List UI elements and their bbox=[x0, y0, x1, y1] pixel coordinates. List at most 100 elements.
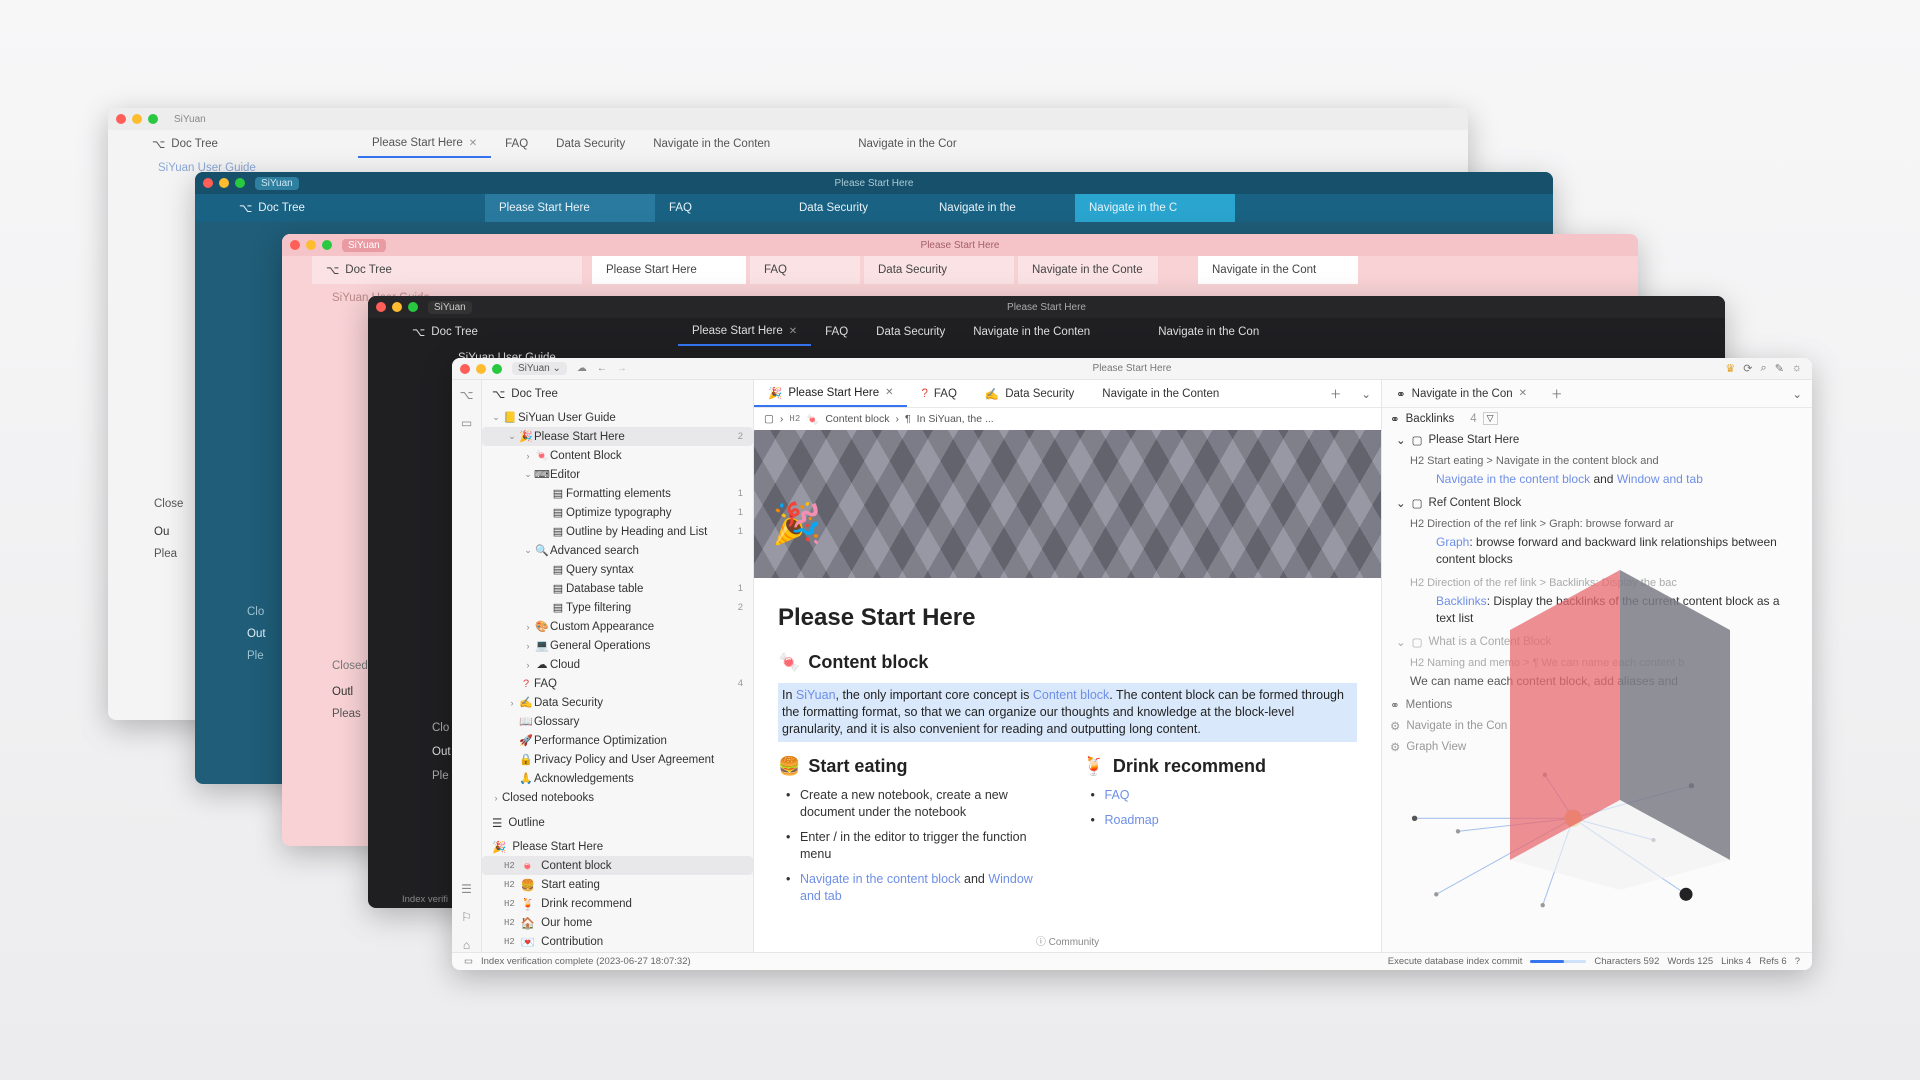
breadcrumb-block[interactable]: Content block bbox=[825, 413, 889, 425]
tree-item[interactable]: 🔒 Privacy Policy and User Agreement bbox=[482, 750, 753, 769]
graph-node[interactable] bbox=[1434, 892, 1439, 897]
graph-node[interactable] bbox=[1411, 815, 1418, 822]
add-tab-icon[interactable]: ＋ bbox=[1320, 386, 1352, 402]
tree-item[interactable]: ▤ Formatting elements 1 bbox=[482, 484, 753, 503]
tab-right[interactable]: Navigate in the Cont bbox=[1198, 256, 1358, 284]
tree-item[interactable]: 📖 Glossary bbox=[482, 712, 753, 731]
backlink-link[interactable]: Window and tab bbox=[1617, 472, 1703, 486]
tab-data-security[interactable]: Data Security bbox=[785, 194, 925, 222]
tab-please-start[interactable]: 🎉 Please Start Here ✕ bbox=[754, 380, 908, 407]
close-dot[interactable] bbox=[460, 363, 470, 374]
heading-drink[interactable]: 🍹 Drink recommend bbox=[1083, 756, 1358, 777]
tab-faq[interactable]: FAQ bbox=[750, 256, 860, 284]
tab-faq[interactable]: ? FAQ bbox=[907, 380, 970, 407]
add-tab-icon[interactable]: ＋ bbox=[1541, 386, 1573, 402]
tree-item[interactable]: 🚀 Performance Optimization bbox=[482, 731, 753, 750]
brand-menu[interactable]: SiYuan bbox=[255, 176, 299, 190]
list-item[interactable]: Navigate in the content block and Window… bbox=[778, 871, 1053, 905]
forward-arrow-icon[interactable]: → bbox=[617, 363, 627, 374]
tab-please-start[interactable]: Please Start Here bbox=[592, 256, 746, 284]
tree-item[interactable]: › 🎨 Custom Appearance bbox=[482, 617, 753, 636]
tree-item[interactable]: ⌄ 🔍 Advanced search bbox=[482, 541, 753, 560]
chevron-down-icon[interactable]: ⌄ bbox=[522, 469, 534, 480]
tree-item[interactable]: › 💻 General Operations bbox=[482, 636, 753, 655]
brand-menu[interactable]: SiYuan bbox=[168, 113, 212, 126]
tree-item[interactable]: ▤ Database table 1 bbox=[482, 579, 753, 598]
brand-menu[interactable]: SiYuan ⌄ bbox=[512, 362, 567, 375]
tree-item[interactable]: ⌄ ⌨ Editor bbox=[482, 465, 753, 484]
tab-navigate[interactable]: Navigate in the bbox=[925, 194, 1055, 222]
doc-icon[interactable]: ▢ bbox=[764, 413, 774, 425]
crown-icon[interactable]: ♛ bbox=[1725, 362, 1735, 375]
paragraph-content-block[interactable]: In SiYuan, the only important core conce… bbox=[778, 683, 1357, 742]
minimize-dot[interactable] bbox=[219, 178, 229, 188]
chevron-down-icon[interactable]: ⌄ bbox=[1782, 387, 1812, 401]
close-dot[interactable] bbox=[116, 114, 126, 124]
cloud-icon[interactable]: ☁ bbox=[577, 363, 587, 374]
close-icon[interactable]: ✕ bbox=[1519, 388, 1527, 399]
minimize-dot[interactable] bbox=[306, 240, 316, 250]
doc-title[interactable]: Please Start Here bbox=[778, 604, 1357, 632]
tree-item[interactable]: ▤ Optimize typography 1 bbox=[482, 503, 753, 522]
tree-item[interactable]: › ✍ Data Security bbox=[482, 693, 753, 712]
tab-navigate[interactable]: Navigate in the Conten bbox=[959, 318, 1104, 346]
doc-banner[interactable] bbox=[754, 430, 1381, 578]
tab-right[interactable]: Navigate in the C bbox=[1075, 194, 1235, 222]
tree-item[interactable]: ⌄ 🎉 Please Start Here 2 bbox=[482, 427, 753, 446]
tab-please-start[interactable]: Please Start Here ✕ bbox=[358, 130, 492, 158]
tab-faq[interactable]: FAQ bbox=[811, 318, 862, 346]
link-roadmap[interactable]: Roadmap bbox=[1105, 813, 1159, 827]
tree-item[interactable]: ? FAQ 4 bbox=[482, 674, 753, 693]
chevron-right-icon[interactable]: › bbox=[522, 660, 534, 670]
zoom-dot[interactable] bbox=[235, 178, 245, 188]
backlink-link[interactable]: Graph bbox=[1436, 535, 1469, 549]
zoom-dot[interactable] bbox=[408, 302, 418, 312]
tab-right-navigate[interactable]: ⚭ Navigate in the Con ✕ bbox=[1382, 380, 1541, 407]
close-icon[interactable]: ✕ bbox=[469, 138, 477, 149]
chevron-right-icon[interactable]: › bbox=[506, 698, 518, 708]
tree-item[interactable]: ▤ Type filtering 2 bbox=[482, 598, 753, 617]
outline-item[interactable]: H2 🍬 Content block bbox=[482, 856, 753, 875]
zoom-dot[interactable] bbox=[492, 363, 502, 374]
graph-node[interactable] bbox=[1455, 829, 1461, 834]
tab-please-start[interactable]: Please Start Here bbox=[485, 194, 655, 222]
backlink-path[interactable]: H2 Start eating > Navigate in the conten… bbox=[1382, 450, 1812, 471]
sync-icon[interactable]: ⟳ bbox=[1743, 362, 1752, 375]
zoom-dot[interactable] bbox=[148, 114, 158, 124]
tab-faq[interactable]: FAQ bbox=[491, 130, 542, 158]
backlink-text[interactable]: Navigate in the content block and Window… bbox=[1382, 471, 1812, 488]
tab-data-security[interactable]: Data Security bbox=[864, 256, 1014, 284]
link-content-block[interactable]: Content block bbox=[1033, 688, 1109, 702]
tab-navigate[interactable]: Navigate in the Conte bbox=[1018, 256, 1158, 284]
close-dot[interactable] bbox=[290, 240, 300, 250]
outline-item[interactable]: H2 🍔 Start eating bbox=[482, 875, 753, 894]
tree-item[interactable]: ▤ Outline by Heading and List 1 bbox=[482, 522, 753, 541]
tab-right[interactable]: Navigate in the Cor bbox=[844, 130, 970, 158]
closed-notebooks[interactable]: › Closed notebooks bbox=[482, 788, 753, 807]
brand-menu[interactable]: SiYuan bbox=[428, 300, 472, 314]
doc-tree-dock-icon[interactable]: ⌥ bbox=[460, 388, 474, 402]
close-dot[interactable] bbox=[203, 178, 213, 188]
backlink-group[interactable]: ⌄ ▢ Please Start Here bbox=[1382, 429, 1812, 450]
graph-node[interactable] bbox=[1540, 902, 1545, 908]
edit-icon[interactable]: ✎ bbox=[1775, 362, 1784, 375]
back-arrow-icon[interactable]: ← bbox=[597, 363, 607, 374]
settings-icon[interactable]: ☼ bbox=[1792, 362, 1802, 375]
minimize-dot[interactable] bbox=[132, 114, 142, 124]
backlink-link[interactable]: Navigate in the content block bbox=[1436, 472, 1590, 486]
link-navigate[interactable]: Navigate in the content block bbox=[800, 872, 961, 886]
tree-item[interactable]: 🙏 Acknowledgements bbox=[482, 769, 753, 788]
zoom-dot[interactable] bbox=[322, 240, 332, 250]
heading-content-block[interactable]: 🍬 Content block bbox=[778, 652, 1357, 673]
tree-item[interactable]: › ☁ Cloud bbox=[482, 655, 753, 674]
chevron-right-icon[interactable]: › bbox=[522, 451, 534, 461]
link-siyuan[interactable]: SiYuan bbox=[796, 688, 836, 702]
outline-item[interactable]: H2 🍹 Drink recommend bbox=[482, 894, 753, 913]
tab-data-security[interactable]: ✍ Data Security bbox=[971, 380, 1088, 407]
chevron-down-icon[interactable]: ⌄ bbox=[1351, 387, 1381, 401]
heading-start-eating[interactable]: 🍔 Start eating bbox=[778, 756, 1053, 777]
bookmark-icon[interactable]: ⚐ bbox=[461, 910, 472, 924]
minimize-dot[interactable] bbox=[392, 302, 402, 312]
outline-dock-icon[interactable]: ☰ bbox=[461, 882, 472, 896]
tree-item[interactable]: ▤ Query syntax bbox=[482, 560, 753, 579]
